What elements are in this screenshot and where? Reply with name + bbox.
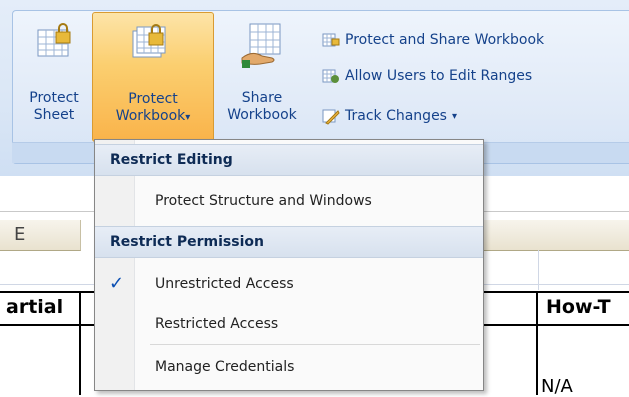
chevron-down-icon: ▾ <box>185 112 191 123</box>
cell-border <box>536 291 538 395</box>
menu-separator <box>150 344 480 345</box>
restricted-access-label: Restricted Access <box>155 316 279 332</box>
track-changes-icon <box>322 109 340 125</box>
cell-how-to[interactable]: How-T <box>546 296 611 318</box>
protect-workbook-icon <box>132 24 166 58</box>
restrict-permission-header: Restrict Permission <box>95 226 483 258</box>
protect-workbook-label: Protect Workbook▾ <box>93 91 213 126</box>
protect-workbook-menu: Restrict Editing Protect Structure and W… <box>94 139 484 391</box>
protect-workbook-line1: Protect <box>128 91 178 107</box>
protect-share-icon <box>322 33 340 47</box>
unrestricted-access-label: Unrestricted Access <box>155 276 294 292</box>
cell-border <box>79 291 81 395</box>
cell-na[interactable]: N/A <box>541 376 573 397</box>
cell-partial[interactable]: artial <box>6 296 63 318</box>
protect-workbook-line2: Workbook <box>115 108 186 124</box>
menu-gutter <box>95 140 135 390</box>
column-header[interactable] <box>481 220 539 251</box>
share-workbook-icon <box>241 23 281 68</box>
unrestricted-access-item[interactable]: Unrestricted Access <box>135 267 481 301</box>
manage-credentials-item[interactable]: Manage Credentials <box>135 350 481 384</box>
share-workbook-line1: Share <box>241 90 283 106</box>
track-changes-label: Track Changes <box>345 108 447 124</box>
protect-share-workbook-button[interactable]: Protect and Share Workbook <box>322 28 544 52</box>
protect-structure-label: Protect Structure and Windows <box>155 193 372 209</box>
restricted-access-item[interactable]: Restricted Access <box>135 307 481 341</box>
protect-sheet-label: Protect Sheet <box>18 90 90 124</box>
track-changes-button[interactable]: Track Changes ▾ <box>322 104 457 128</box>
column-header[interactable] <box>538 220 629 251</box>
manage-credentials-label: Manage Credentials <box>155 359 295 375</box>
allow-users-label: Allow Users to Edit Ranges <box>345 68 533 84</box>
protect-sheet-line1: Protect <box>29 90 79 106</box>
checkmark-icon: ✓ <box>109 273 125 294</box>
share-workbook-label: Share Workbook <box>214 90 310 124</box>
allow-users-icon <box>322 69 339 83</box>
column-header-e[interactable]: E <box>0 220 81 251</box>
protect-structure-windows-item[interactable]: Protect Structure and Windows <box>135 184 481 218</box>
protect-sheet-button[interactable]: Protect Sheet <box>18 12 90 140</box>
restrict-editing-header: Restrict Editing <box>95 144 483 176</box>
protect-share-label: Protect and Share Workbook <box>345 32 545 48</box>
protect-sheet-line2: Sheet <box>33 107 75 123</box>
share-workbook-button[interactable]: Share Workbook <box>214 12 310 140</box>
share-workbook-line2: Workbook <box>227 107 297 123</box>
column-header-e-label: E <box>14 224 26 245</box>
track-changes-chevron-icon: ▾ <box>451 110 458 122</box>
protect-sheet-icon <box>37 23 71 57</box>
protect-workbook-button[interactable]: Protect Workbook▾ <box>92 12 214 142</box>
allow-users-edit-ranges-button[interactable]: Allow Users to Edit Ranges <box>322 64 532 88</box>
